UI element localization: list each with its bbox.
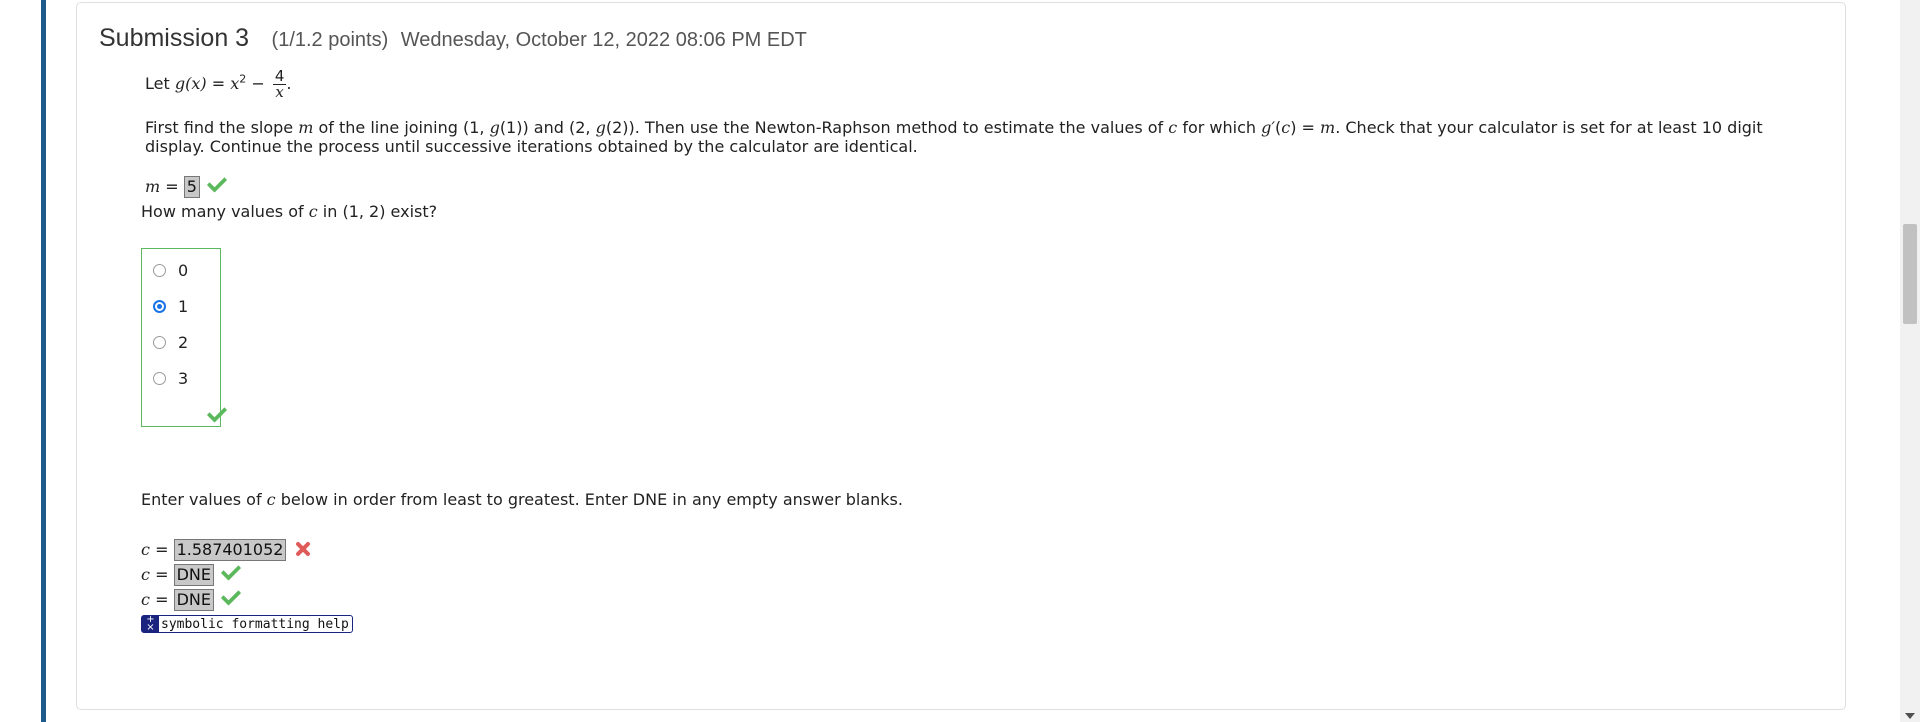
incorrect-x-icon: [294, 540, 312, 558]
radio-option-1[interactable]: 1: [153, 297, 188, 316]
c-answer-field-1[interactable]: 1.587401052: [173, 539, 287, 561]
problem-statement: First find the slope m of the line joini…: [145, 118, 1763, 156]
submission-card: [76, 2, 1846, 710]
c-answer-field-2[interactable]: DNE: [173, 564, 214, 586]
scrollbar-thumb[interactable]: [1903, 224, 1917, 324]
scroll-down-arrow-icon[interactable]: [1905, 713, 1915, 719]
function-definition: Let g(x) = x2 − 4 x .: [145, 67, 292, 101]
radio-option-2[interactable]: 2: [153, 333, 188, 352]
c-answer-row-2: c = DNE: [141, 560, 242, 586]
correct-check-icon: [220, 585, 242, 606]
radio-button[interactable]: [153, 336, 166, 349]
submission-date: Wednesday, October 12, 2022 08:06 PM EDT: [400, 29, 807, 51]
radio-button[interactable]: [153, 372, 166, 385]
submission-header: Submission 3 (1/1.2 points) Wednesday, O…: [99, 24, 807, 53]
correct-check-icon: [220, 560, 242, 581]
c-answer-row-1: c = 1.587401052: [141, 539, 312, 561]
radio-button-selected[interactable]: [153, 300, 166, 313]
page-accent-bar: [41, 0, 46, 722]
count-radio-group: 0 1 2 3: [141, 248, 228, 427]
c-answer-field-3[interactable]: DNE: [173, 589, 214, 611]
vertical-scrollbar[interactable]: [1900, 0, 1920, 722]
symbolic-formatting-help-button[interactable]: + × symbolic formatting help: [141, 615, 353, 633]
correct-check-icon: [206, 172, 228, 193]
help-label: symbolic formatting help: [161, 616, 349, 632]
submission-points: (1/1.2 points): [271, 29, 389, 51]
slope-answer-field[interactable]: 5: [183, 176, 200, 198]
submission-title: Submission 3: [99, 24, 250, 52]
c-answer-row-3: c = DNE: [141, 585, 242, 611]
count-question: How many values of c in (1, 2) exist?: [141, 202, 438, 221]
fraction: 4 x: [272, 67, 287, 101]
plus-minus-icon: + ×: [142, 615, 159, 633]
c-instruction: Enter values of c below in order from le…: [141, 490, 903, 509]
radio-option-3[interactable]: 3: [153, 369, 188, 388]
slope-answer-row: m = 5: [145, 172, 228, 198]
radio-button[interactable]: [153, 264, 166, 277]
radio-option-0[interactable]: 0: [153, 261, 188, 280]
